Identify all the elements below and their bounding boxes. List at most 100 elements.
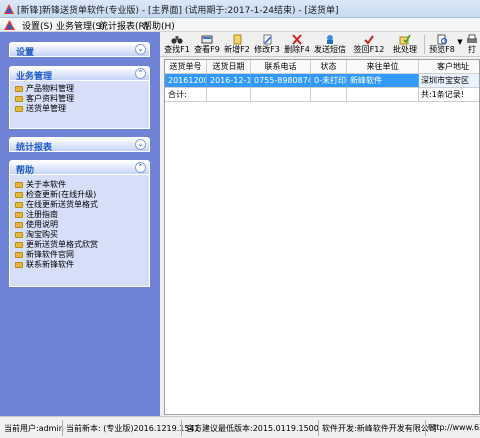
menu-help[interactable]: 帮助(H) [143,19,175,32]
column-header[interactable]: 联系电话 [251,60,311,74]
folder-icon [15,262,23,268]
status-recommended: 官方建议最低版本:2015.0119.1500 [186,424,319,433]
folder-icon [15,202,23,208]
new-document-icon [233,34,242,45]
chevron-up-icon[interactable]: ⌃ [135,162,146,173]
status-user: 当前用户:admin [4,424,64,433]
sidebar-item-contact[interactable]: 联系新锋软件 [15,260,149,270]
footer-label: 合计: [165,88,207,102]
preview-button-label: 预览F8 [429,45,455,54]
batch-button[interactable]: 批处理 [391,33,419,56]
print-button[interactable]: 打 [464,33,480,56]
find-button[interactable]: 查找F1 [164,33,190,56]
cell-address: 深圳市宝安区 [419,74,479,88]
panel-settings: 设置 ⌄ [9,42,150,58]
chevron-down-icon[interactable]: ⌄ [135,44,146,55]
panel-settings-header[interactable]: 设置 ⌄ [9,42,150,58]
sidebar-item-delivery[interactable]: 送货单管理 [15,104,149,114]
view-button[interactable]: 查看F9 [194,33,220,56]
column-header[interactable]: 送货日期 [207,60,251,74]
preview-dropdown[interactable]: ▼ [457,37,463,60]
sidebar-item-label: 新锋软件官网 [26,250,74,259]
window-title: [新锋]新锋送货单软件(专业版) - [主界面] (试用期于:2017-1-24… [17,6,339,16]
checkmark-icon [364,35,374,45]
cell-date: 2016-12-19 [207,74,251,88]
column-header[interactable]: 送货单号 [165,60,207,74]
toolbar: 查找F1 查看F9 新增F2 修改F3 删除F4 发送短信 签回F12 批处理 … [160,32,480,57]
column-header[interactable]: 客户地址 [419,60,479,74]
folder-icon [15,86,23,92]
toolbar-separator [424,35,425,54]
table-row[interactable]: 2016120001 2016-12-19 0755-89808745 0-未打… [165,74,479,88]
sidebar-item-label: 送货单管理 [26,104,66,113]
edit-button-label: 修改F3 [254,45,280,54]
new-button[interactable]: 新增F2 [224,33,250,56]
panel-reports: 统计报表 ⌄ [9,137,150,153]
sidebar-item-label: 关于本软件 [26,180,66,189]
folder-icon [15,212,23,218]
sidebar-item-label: 联系新锋软件 [26,260,74,269]
cell-status: 0-未打印 [311,74,347,88]
sidebar-item-check-update[interactable]: 检查更新(在线升级) [15,190,149,200]
sms-icon [327,35,333,44]
chevron-down-icon[interactable]: ⌄ [135,139,146,150]
status-separator [62,420,63,436]
preview-icon [437,34,448,45]
menu-bar: 设置(S) 业务管理(S) 统计报表(R) 帮助(H) [0,18,480,32]
sidebar-item-format-gallery[interactable]: 更新送货单格式欣赏 [15,240,149,250]
folder-icon [15,96,23,102]
footer-cell [311,88,347,102]
panel-title: 业务管理 [16,72,53,82]
sidebar-item-label: 淘宝购买 [26,230,58,239]
cell-company: 新峰软件 [347,74,419,88]
menu-business[interactable]: 业务管理(S) [56,19,105,32]
binoculars-icon [171,36,183,44]
status-separator [425,420,426,436]
sidebar-item-update-format[interactable]: 在线更新送货单格式 [15,200,149,210]
sidebar-item-label: 注册指南 [26,210,58,219]
edit-button[interactable]: 修改F3 [254,33,280,56]
delete-icon [292,34,302,45]
sidebar-item-about[interactable]: 关于本软件 [15,180,149,190]
sidebar-item-products[interactable]: 产品物料管理 [15,84,149,94]
sidebar-item-website[interactable]: 新锋软件官网 [15,250,149,260]
sidebar-item-manual[interactable]: 使用说明 [15,220,149,230]
panel-business-header[interactable]: 业务管理 ⌃ [9,66,150,82]
sign-back-button-label: 签回F12 [353,45,385,54]
cell-phone: 0755-89808745 [251,74,311,88]
footer-cell [347,88,419,102]
sidebar-item-customers[interactable]: 客户资料管理 [15,94,149,104]
status-developer: 软件开发:新峰软件开发有限公司 [322,424,437,433]
delivery-grid[interactable]: 送货单号 送货日期 联系电话 状态 来往单位 客户地址 2016120001 2… [164,59,480,415]
sidebar-item-label: 客户资料管理 [26,94,74,103]
print-button-label: 打 [468,45,476,54]
panel-reports-header[interactable]: 统计报表 ⌄ [9,137,150,153]
footer-cell [251,88,311,102]
menu-reports[interactable]: 统计报表(R) [99,19,148,32]
sign-back-button[interactable]: 签回F12 [353,33,385,56]
delete-button[interactable]: 删除F4 [284,33,310,56]
sidebar-item-taobao[interactable]: 淘宝购买 [15,230,149,240]
title-bar: [新锋]新锋送货单软件(专业版) - [主界面] (试用期于:2017-1-24… [0,0,480,18]
print-icon [467,34,477,43]
panel-help-header[interactable]: 帮助 ⌃ [9,160,150,176]
column-header[interactable]: 来往单位 [347,60,419,74]
menu-settings[interactable]: 设置(S) [22,19,53,32]
send-sms-button[interactable]: 发送短信 [314,33,346,56]
grid-header: 送货单号 送货日期 联系电话 状态 来往单位 客户地址 [165,60,479,74]
status-website[interactable]: http://www.637 [428,423,480,432]
column-header[interactable]: 状态 [311,60,347,74]
panel-help-body: 关于本软件 检查更新(在线升级) 在线更新送货单格式 注册指南 使用说明 淘宝购… [9,175,150,287]
folder-icon [15,252,23,258]
app-menu-icon[interactable] [4,20,15,30]
sidebar-item-label: 使用说明 [26,220,58,229]
new-button-label: 新增F2 [224,45,250,54]
sidebar-item-register[interactable]: 注册指南 [15,210,149,220]
find-button-label: 查找F1 [164,45,190,54]
sidebar-item-label: 检查更新(在线升级) [26,190,97,199]
sidebar: 设置 ⌄ 业务管理 ⌃ 产品物料管理 客户资料管理 送货单管理 统计报表 ⌄ 帮… [0,32,160,416]
chevron-up-icon[interactable]: ⌃ [135,68,146,79]
preview-button[interactable]: 预览F8 [428,33,456,56]
batch-icon [399,34,411,45]
send-sms-button-label: 发送短信 [314,45,346,54]
